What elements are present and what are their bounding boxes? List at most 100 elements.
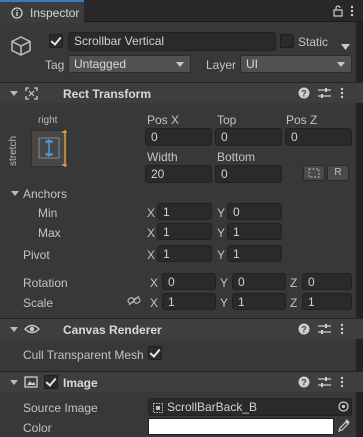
cull-transparent-mesh-label: Cull Transparent Mesh (23, 348, 144, 362)
pos-z-label: Pos Z (286, 113, 318, 127)
eyedropper-icon[interactable] (338, 419, 350, 435)
eye-icon (24, 323, 40, 338)
top-label: Top (217, 113, 237, 127)
tab-inspector[interactable]: Inspector (0, 0, 84, 23)
pos-z-field[interactable]: 0 (285, 128, 352, 146)
svg-text:?: ? (301, 377, 307, 387)
anchor-min-y-field[interactable]: 0 (227, 203, 282, 220)
gameobject-cube-icon (9, 34, 33, 61)
max-x-axis-label: X (147, 226, 156, 240)
active-checkbox[interactable] (49, 34, 63, 48)
rotation-x-field[interactable]: 0 (162, 273, 216, 290)
scale-label: Scale (23, 296, 54, 310)
kebab-menu-icon[interactable] (340, 376, 344, 391)
scale-x-field[interactable]: 1 (162, 293, 216, 310)
tag-value: Untagged (74, 57, 127, 71)
pivot-x-field[interactable]: 1 (157, 245, 212, 262)
width-field[interactable]: 20 (145, 165, 212, 183)
presets-icon[interactable] (318, 376, 331, 391)
layer-dropdown[interactable]: UI (240, 55, 352, 73)
image-title: Image (63, 376, 98, 390)
canvas-renderer-title: Canvas Renderer (63, 323, 162, 337)
object-name-field[interactable]: Scrollbar Vertical (68, 32, 276, 51)
dotted-rect-icon (308, 168, 320, 178)
anchor-min-x-field[interactable]: 1 (157, 203, 212, 220)
canvas-renderer-header[interactable]: Canvas Renderer ? (0, 318, 363, 339)
source-image-label: Source Image (23, 401, 98, 415)
max-y-axis-label: Y (217, 226, 226, 240)
source-image-field[interactable]: ScrollBarBack_B (148, 398, 352, 416)
static-dropdown-arrow-icon[interactable] (341, 39, 350, 53)
tab-bar: Inspector (0, 0, 363, 23)
pos-x-field[interactable]: 0 (145, 128, 212, 146)
foldout-arrow-icon[interactable] (10, 91, 18, 96)
scale-z-axis-label: Z (290, 296, 298, 310)
tag-label: Tag (45, 58, 65, 72)
rotation-y-axis-label: Y (220, 276, 229, 290)
raw-edit-button[interactable]: R (327, 165, 349, 181)
kebab-menu-icon[interactable] (350, 5, 354, 20)
kebab-menu-icon[interactable] (340, 87, 344, 102)
object-picker-icon[interactable] (338, 401, 349, 415)
anchor-preset-button[interactable] (31, 130, 68, 167)
layer-value: UI (246, 57, 258, 71)
chevron-down-icon (337, 62, 345, 67)
tab-label: Inspector (30, 6, 80, 20)
anchors-label: Anchors (23, 187, 68, 201)
help-icon[interactable]: ? (298, 323, 310, 338)
anchor-max-x-field[interactable]: 1 (157, 223, 212, 240)
pivot-y-field[interactable]: 1 (227, 245, 282, 262)
pivot-label: Pivot (23, 248, 50, 262)
foldout-arrow-icon[interactable] (10, 380, 18, 385)
color-swatch-field[interactable] (148, 418, 334, 435)
info-icon (11, 7, 23, 19)
bottom-field[interactable]: 0 (215, 165, 282, 183)
image-header[interactable]: Image ? (0, 371, 363, 392)
rect-transform-header[interactable]: Rect Transform ? (0, 82, 363, 103)
scale-z-field[interactable]: 1 (302, 293, 352, 310)
color-label: Color (23, 421, 52, 435)
anchor-preset-icon (38, 130, 67, 167)
anchor-min-label: Min (38, 206, 58, 220)
constrain-proportions-link-icon[interactable] (127, 295, 141, 309)
anchor-preset-vertical-label: stretch (8, 135, 19, 166)
rect-transform-icon (25, 87, 38, 103)
tag-dropdown[interactable]: Untagged (68, 55, 191, 73)
kebab-menu-icon[interactable] (340, 323, 344, 338)
image-component-icon (24, 376, 38, 391)
source-image-value: ScrollBarBack_B (167, 400, 258, 414)
help-icon[interactable]: ? (298, 376, 310, 391)
lock-icon[interactable] (333, 5, 343, 20)
rotation-label: Rotation (23, 276, 68, 290)
layer-label: Layer (206, 58, 237, 72)
scale-y-axis-label: Y (220, 296, 229, 310)
anchors-foldout-icon[interactable] (11, 191, 19, 196)
pivot-y-axis-label: Y (217, 248, 226, 262)
help-icon[interactable]: ? (298, 87, 310, 102)
anchor-max-y-field[interactable]: 1 (227, 223, 282, 240)
rotation-x-axis-label: X (150, 276, 159, 290)
rotation-y-field[interactable]: 0 (232, 273, 286, 290)
width-label: Width (147, 150, 178, 164)
min-y-axis-label: Y (217, 206, 226, 220)
scale-y-field[interactable]: 1 (232, 293, 286, 310)
anchor-max-label: Max (38, 226, 61, 240)
rotation-z-axis-label: Z (290, 276, 298, 290)
presets-icon[interactable] (318, 87, 331, 102)
presets-icon[interactable] (318, 323, 331, 338)
static-checkbox[interactable] (280, 34, 294, 48)
static-label: Static (298, 35, 329, 49)
image-enabled-checkbox[interactable] (44, 375, 58, 389)
svg-text:?: ? (301, 324, 307, 334)
top-field[interactable]: 0 (215, 128, 282, 146)
rect-transform-title: Rect Transform (63, 87, 152, 101)
cull-transparent-mesh-checkbox[interactable] (148, 346, 162, 360)
svg-text:?: ? (301, 88, 307, 98)
rotation-z-field[interactable]: 0 (302, 273, 352, 290)
pos-x-label: Pos X (147, 113, 180, 127)
foldout-arrow-icon[interactable] (10, 327, 18, 332)
bottom-label: Bottom (217, 150, 256, 164)
blueprint-mode-button[interactable] (303, 165, 325, 181)
min-x-axis-label: X (147, 206, 156, 220)
chevron-down-icon (176, 62, 184, 67)
